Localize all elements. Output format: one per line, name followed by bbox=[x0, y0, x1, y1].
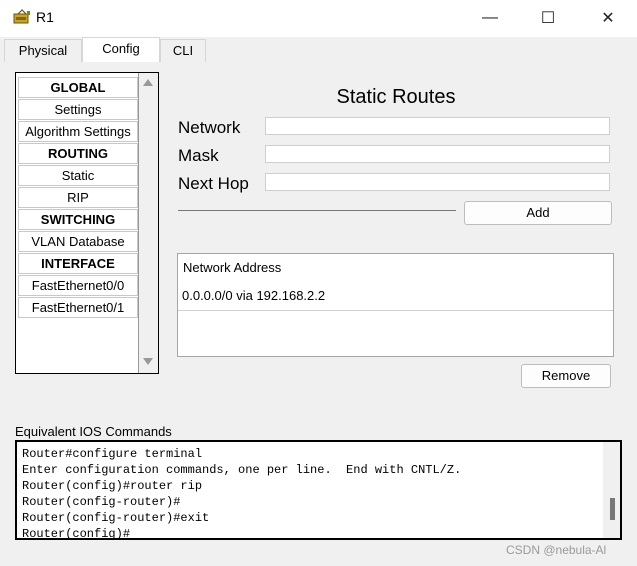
tab-bar: Physical Config CLI bbox=[0, 37, 637, 63]
console-scrollbar[interactable] bbox=[603, 442, 620, 538]
routes-table-header: Network Address bbox=[183, 260, 282, 275]
console-line: Router#configure terminal bbox=[22, 447, 203, 461]
sidebar-scrollbar[interactable] bbox=[139, 73, 158, 373]
page-title: Static Routes bbox=[336, 86, 456, 108]
sidebar-item-static[interactable]: Static bbox=[18, 165, 138, 186]
sidebar-heading-interface: INTERFACE bbox=[18, 253, 138, 274]
scroll-down-arrow-icon[interactable] bbox=[143, 358, 153, 365]
minimize-icon: — bbox=[482, 9, 498, 26]
sidebar-heading-switching: SWITCHING bbox=[18, 209, 138, 230]
tab-config[interactable]: Config bbox=[82, 37, 160, 62]
console-line: Router(config)# bbox=[22, 527, 131, 540]
sidebar-heading-routing: ROUTING bbox=[18, 143, 138, 164]
divider bbox=[178, 210, 456, 211]
sidebar-item-fastethernet0-1[interactable]: FastEthernet0/1 bbox=[18, 297, 138, 318]
route-entry: 0.0.0.0/0 via 192.168.2.2 bbox=[182, 288, 326, 303]
add-button[interactable]: Add bbox=[464, 201, 612, 225]
minimize-button[interactable]: — bbox=[468, 0, 512, 36]
tab-physical[interactable]: Physical bbox=[4, 39, 82, 62]
console-line: Router(config-router)# bbox=[22, 495, 181, 509]
close-button[interactable]: ✕ bbox=[586, 0, 630, 36]
routes-table: Network Address 0.0.0.0/0 via 192.168.2.… bbox=[177, 253, 614, 357]
watermark: CSDN @nebula-Al bbox=[506, 543, 607, 557]
console-line: Router(config-router)#exit bbox=[22, 511, 210, 525]
sidebar-item-settings[interactable]: Settings bbox=[18, 99, 138, 120]
window-title: R1 bbox=[36, 9, 54, 25]
next-hop-label: Next Hop bbox=[178, 174, 249, 193]
router-app-icon bbox=[13, 9, 30, 24]
sidebar-heading-global: GLOBAL bbox=[18, 77, 138, 98]
network-input[interactable] bbox=[265, 117, 610, 135]
config-sidebar: GLOBAL Settings Algorithm Settings ROUTI… bbox=[15, 72, 159, 374]
ios-commands-console[interactable]: Router#configure terminal Enter configur… bbox=[15, 440, 622, 540]
console-line: Enter configuration commands, one per li… bbox=[22, 463, 462, 477]
title-bar: R1 — ☐ ✕ bbox=[0, 0, 637, 36]
tab-cli[interactable]: CLI bbox=[160, 39, 206, 62]
sidebar-item-fastethernet0-0[interactable]: FastEthernet0/0 bbox=[18, 275, 138, 296]
next-hop-input[interactable] bbox=[265, 173, 610, 191]
mask-label: Mask bbox=[178, 146, 219, 165]
sidebar-item-vlan-database[interactable]: VLAN Database bbox=[18, 231, 138, 252]
maximize-button[interactable]: ☐ bbox=[526, 0, 570, 36]
sidebar-item-rip[interactable]: RIP bbox=[18, 187, 138, 208]
ios-commands-label: Equivalent IOS Commands bbox=[15, 424, 172, 439]
console-scroll-thumb[interactable] bbox=[610, 498, 615, 520]
remove-button[interactable]: Remove bbox=[521, 364, 611, 388]
sidebar-list: GLOBAL Settings Algorithm Settings ROUTI… bbox=[16, 73, 139, 373]
table-row[interactable]: 0.0.0.0/0 via 192.168.2.2 bbox=[178, 281, 613, 309]
row-divider bbox=[178, 310, 613, 311]
maximize-icon: ☐ bbox=[540, 10, 556, 27]
console-line: Router(config)#router rip bbox=[22, 479, 203, 493]
scroll-up-arrow-icon[interactable] bbox=[143, 79, 153, 86]
sidebar-item-algorithm-settings[interactable]: Algorithm Settings bbox=[18, 121, 138, 142]
network-label: Network bbox=[178, 118, 241, 137]
close-icon: ✕ bbox=[601, 10, 615, 27]
mask-input[interactable] bbox=[265, 145, 610, 163]
